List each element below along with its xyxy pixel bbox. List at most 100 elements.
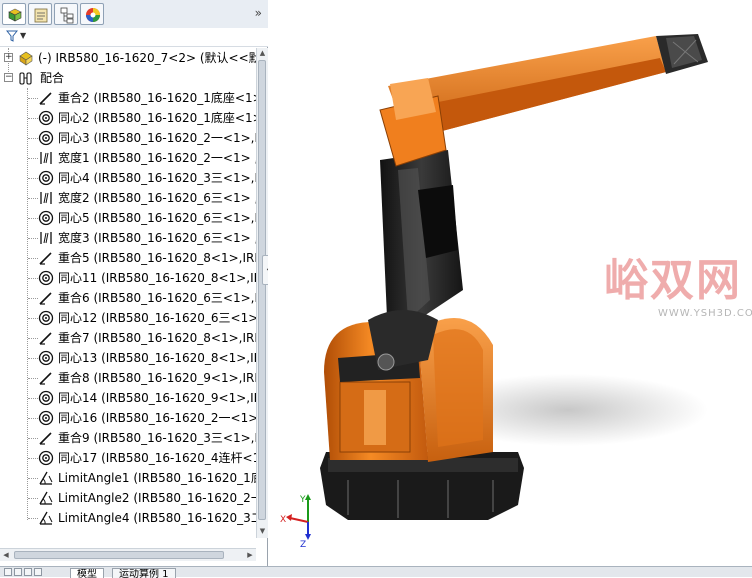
triad-y-label: Y bbox=[299, 495, 306, 505]
triad-z-label: Z bbox=[300, 540, 306, 548]
tree-item-label: 同心17 (IRB580_16-1620_4连杆<1 bbox=[58, 451, 256, 465]
vertical-scroll-thumb[interactable] bbox=[258, 60, 266, 520]
concentric-icon bbox=[38, 170, 54, 186]
scroll-right-arrow-icon[interactable]: ▶ bbox=[244, 549, 256, 561]
tree-item-mate[interactable]: 同心16 (IRB580_16-1620_2一<1>,I bbox=[0, 408, 256, 428]
scroll-up-arrow-icon[interactable]: ▲ bbox=[258, 48, 267, 58]
tree-item-mate[interactable]: 重合5 (IRB580_16-1620_8<1>,IRB bbox=[0, 248, 256, 268]
coincident-icon bbox=[39, 372, 52, 385]
tree-item-label: 同心13 (IRB580_16-1620_8<1>,IRI bbox=[58, 351, 256, 365]
tree-item-mate[interactable]: 同心12 (IRB580_16-1620_6三<1>,I bbox=[0, 308, 256, 328]
expand-icon[interactable]: + bbox=[4, 53, 13, 62]
tree-item-mate[interactable]: LimitAngle1 (IRB580_16-1620_1底 bbox=[0, 468, 256, 488]
tree-item-mate[interactable]: 重合7 (IRB580_16-1620_8<1>,IRB bbox=[0, 328, 256, 348]
robot-base bbox=[320, 452, 524, 520]
feature-manager-tab[interactable] bbox=[2, 3, 26, 25]
tree-item-mates-folder[interactable]: − 配合 bbox=[0, 68, 256, 88]
collapse-icon[interactable]: − bbox=[4, 73, 13, 82]
display-manager-tab[interactable] bbox=[80, 3, 104, 25]
part-icon bbox=[18, 50, 34, 66]
limit-angle-icon bbox=[38, 470, 54, 486]
limit-angle-icon bbox=[39, 511, 53, 525]
tree-item-label: 重合7 (IRB580_16-1620_8<1>,IRB bbox=[58, 331, 256, 345]
tree-item-label: 重合6 (IRB580_16-1620_6三<1>,IR bbox=[58, 291, 256, 305]
tree-item-mate[interactable]: 重合2 (IRB580_16-1620_1底座<1> bbox=[0, 88, 256, 108]
tree-item-label: 同心12 (IRB580_16-1620_6三<1>,I bbox=[58, 311, 256, 325]
tree-item-mate[interactable]: LimitAngle4 (IRB580_16-1620_3二 bbox=[0, 508, 256, 528]
tree-item-mate[interactable]: 重合6 (IRB580_16-1620_6三<1>,IR bbox=[0, 288, 256, 308]
tab-model[interactable]: 模型 bbox=[70, 568, 104, 578]
feature-manager-panel: » ▼ + (-) IRB580_16-1620_7<2> (默认<<默认 − 配合重… bbox=[0, 0, 268, 576]
nav-first-icon[interactable] bbox=[4, 568, 12, 576]
tab-motion-study[interactable]: 运动算例 1 bbox=[112, 568, 176, 578]
coincident-icon bbox=[38, 250, 54, 266]
tree-item-mate[interactable]: 重合9 (IRB580_16-1620_3三<1>,IR bbox=[0, 428, 256, 448]
tree-item-label: 同心4 (IRB580_16-1620_3三<1>,IR bbox=[58, 171, 256, 185]
scroll-left-arrow-icon[interactable]: ◀ bbox=[0, 549, 12, 561]
configuration-manager-tab[interactable] bbox=[54, 3, 78, 25]
coordinate-triad: Y X Z bbox=[280, 494, 311, 548]
tree-item-mate[interactable]: 同心13 (IRB580_16-1620_8<1>,IRI bbox=[0, 348, 256, 368]
tree-item-label: 同心16 (IRB580_16-1620_2一<1>,I bbox=[58, 411, 256, 425]
limit-angle-icon bbox=[39, 471, 53, 485]
tree-item-mate[interactable]: 宽度2 (IRB580_16-1620_6三<1> ,I bbox=[0, 188, 256, 208]
coincident-icon bbox=[38, 370, 54, 386]
tree-item-mate[interactable]: 同心5 (IRB580_16-1620_6三<1>,IR bbox=[0, 208, 256, 228]
tree-item-mate[interactable]: 同心17 (IRB580_16-1620_4连杆<1 bbox=[0, 448, 256, 468]
concentric-icon bbox=[38, 210, 54, 226]
tree-item-label: 同心14 (IRB580_16-1620_9<1>,IRI bbox=[58, 391, 256, 405]
concentric-icon bbox=[38, 410, 54, 426]
concentric-icon bbox=[38, 110, 54, 126]
nav-last-icon[interactable] bbox=[34, 568, 42, 576]
scroll-down-arrow-icon[interactable]: ▼ bbox=[258, 526, 267, 536]
coincident-icon bbox=[39, 252, 52, 265]
coincident-icon bbox=[38, 330, 54, 346]
limit-angle-icon bbox=[38, 490, 54, 506]
width-icon bbox=[40, 192, 52, 204]
vertical-scrollbar[interactable]: ▲ ▼ bbox=[256, 48, 268, 538]
tree-item-label: 宽度2 (IRB580_16-1620_6三<1> ,I bbox=[58, 191, 256, 205]
width-icon bbox=[38, 190, 54, 206]
bottom-tab-bar: 模型 运动算例 1 bbox=[0, 566, 752, 578]
tree-item-mate[interactable]: 同心3 (IRB580_16-1620_2一<1>,IR bbox=[0, 128, 256, 148]
concentric-icon bbox=[38, 350, 54, 366]
coincident-icon bbox=[38, 290, 54, 306]
tree-item-mate[interactable]: 同心2 (IRB580_16-1620_1底座<1> bbox=[0, 108, 256, 128]
horizontal-scrollbar[interactable]: ◀ ▶ bbox=[0, 548, 256, 561]
nav-next-icon[interactable] bbox=[24, 568, 32, 576]
concentric-icon bbox=[38, 310, 54, 326]
tree-item-label: 重合8 (IRB580_16-1620_9<1>,IRB bbox=[58, 371, 256, 385]
tree-item-mate[interactable]: 同心14 (IRB580_16-1620_9<1>,IRI bbox=[0, 388, 256, 408]
appearance-icon bbox=[86, 8, 100, 22]
mates-folder-icon bbox=[19, 72, 32, 85]
tree-item-label: 宽度3 (IRB580_16-1620_6三<1> ,I bbox=[58, 231, 256, 245]
filter-bar: ▼ bbox=[0, 28, 268, 47]
graphics-viewport[interactable]: 峪双网 WWW.YSH3D.COM Y X Z bbox=[268, 0, 752, 566]
tree-item-mate[interactable]: 同心11 (IRB580_16-1620_8<1>,IRI bbox=[0, 268, 256, 288]
concentric-icon bbox=[38, 170, 54, 186]
tree-item-part[interactable]: + (-) IRB580_16-1620_7<2> (默认<<默认 bbox=[0, 48, 256, 68]
limit-angle-icon bbox=[38, 510, 54, 526]
chevron-collapse-icon[interactable]: » bbox=[255, 6, 262, 20]
tree-item-label: 重合9 (IRB580_16-1620_3三<1>,IR bbox=[58, 431, 256, 445]
tree-item-mate[interactable]: 宽度1 (IRB580_16-1620_2一<1> ,I bbox=[0, 148, 256, 168]
tree-item-mate[interactable]: 同心4 (IRB580_16-1620_3三<1>,IR bbox=[0, 168, 256, 188]
feature-tree-icon bbox=[8, 8, 22, 22]
watermark-url: WWW.YSH3D.COM bbox=[658, 308, 752, 319]
concentric-icon bbox=[38, 450, 54, 466]
horizontal-scroll-thumb[interactable] bbox=[14, 551, 224, 559]
nav-prev-icon[interactable] bbox=[14, 568, 22, 576]
width-icon bbox=[40, 232, 52, 244]
tree-item-label: 配合 bbox=[40, 71, 65, 85]
property-manager-tab[interactable] bbox=[28, 3, 52, 25]
robot-upper-arm bbox=[379, 34, 708, 167]
concentric-icon bbox=[38, 130, 54, 146]
concentric-icon bbox=[38, 350, 54, 366]
filter-dropdown-arrow-icon[interactable]: ▼ bbox=[20, 31, 26, 40]
tree-item-mate[interactable]: 重合8 (IRB580_16-1620_9<1>,IRB bbox=[0, 368, 256, 388]
tree-item-mate[interactable]: 宽度3 (IRB580_16-1620_6三<1> ,I bbox=[0, 228, 256, 248]
filter-icon[interactable] bbox=[6, 30, 18, 42]
tree-item-mate[interactable]: LimitAngle2 (IRB580_16-1620_2一 bbox=[0, 488, 256, 508]
width-icon bbox=[38, 150, 54, 166]
tree-item-label: LimitAngle4 (IRB580_16-1620_3二 bbox=[58, 511, 256, 525]
